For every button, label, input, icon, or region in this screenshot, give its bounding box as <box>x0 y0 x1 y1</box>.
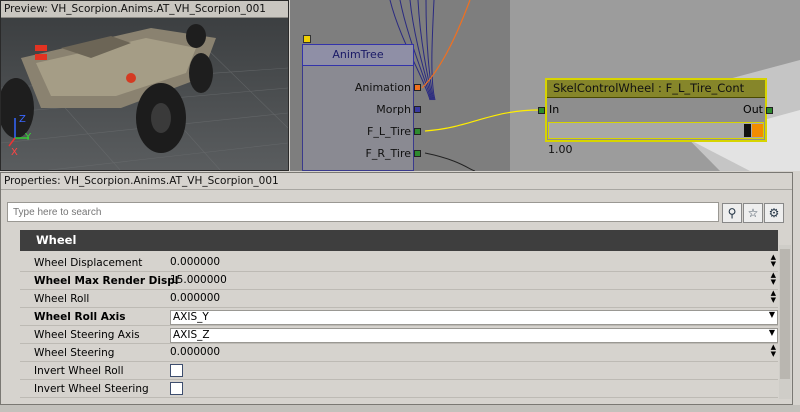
node-select-handle[interactable] <box>303 35 311 43</box>
pin-f-r-tire[interactable] <box>414 150 421 157</box>
skelcontrol-strength-value: 1.00 <box>548 143 573 156</box>
property-row[interactable]: Wheel Roll Axis AXIS_Y ▼ <box>20 308 778 326</box>
skelcontrol-strength-slider[interactable] <box>548 122 764 139</box>
axis-y-label: Y <box>25 132 32 143</box>
bottom-border <box>0 405 800 412</box>
scrollbar-thumb[interactable] <box>780 249 790 379</box>
properties-search-input[interactable] <box>7 202 719 222</box>
preview-viewport-panel[interactable]: Preview: VH_Scorpion.Anims.AT_VH_Scorpio… <box>0 0 289 171</box>
property-label: Invert Wheel Roll <box>34 365 124 377</box>
search-options-icon[interactable]: ⚙ <box>764 203 784 223</box>
pin-label-morph: Morph <box>376 103 411 116</box>
property-label: Invert Wheel Steering <box>34 383 149 395</box>
spin-arrows-icon[interactable]: ▲ ▼ <box>771 290 776 304</box>
property-row[interactable]: Wheel Steering 0.000000 ▲ ▼ <box>20 344 778 362</box>
property-label: Wheel Steering <box>34 347 115 359</box>
slider-handle[interactable] <box>752 124 763 137</box>
axis-z-label: Z <box>19 114 26 125</box>
property-label: Wheel Steering Axis <box>34 329 140 341</box>
property-row[interactable]: Wheel Displacement 0.000000 ▲ ▼ <box>20 254 778 272</box>
spin-arrows-icon[interactable]: ▲ ▼ <box>771 254 776 268</box>
skelcontrol-node[interactable]: SkelControlWheel : F_L_Tire_Cont In Out <box>545 78 767 142</box>
search-icon[interactable]: ⚲ <box>722 203 742 223</box>
pin-label-f-r-tire: F_R_Tire <box>365 147 411 160</box>
category-wheel[interactable]: Wheel <box>20 230 778 251</box>
property-dropdown[interactable]: AXIS_Y <box>170 310 778 325</box>
properties-title: Properties: VH_Scorpion.Anims.AT_VH_Scor… <box>1 173 792 190</box>
property-label: Wheel Roll Axis <box>34 311 126 323</box>
property-row[interactable]: Wheel Max Render Displ 15.000000 ▲ ▼ <box>20 272 778 290</box>
pin-label-f-l-tire: F_L_Tire <box>367 125 411 138</box>
skelcontrol-in-label: In <box>549 103 560 116</box>
preview-viewport[interactable]: Z Y X <box>1 18 288 170</box>
property-dropdown[interactable]: AXIS_Z <box>170 328 778 343</box>
property-label: Wheel Roll <box>34 293 90 305</box>
pin-animation[interactable] <box>414 84 421 91</box>
property-row[interactable]: Invert Wheel Steering <box>20 380 778 398</box>
chevron-down-icon[interactable]: ▼ <box>769 328 775 337</box>
preview-title: Preview: VH_Scorpion.Anims.AT_VH_Scorpio… <box>1 1 288 18</box>
property-value[interactable]: 15.000000 <box>170 274 778 289</box>
spin-arrows-icon[interactable]: ▲ ▼ <box>771 272 776 286</box>
skelcontrol-out-label: Out <box>743 103 763 116</box>
vehicle-render <box>1 24 288 170</box>
spin-arrows-icon[interactable]: ▲ ▼ <box>771 344 776 358</box>
skelcontrol-title: SkelControlWheel : F_L_Tire_Cont <box>547 80 765 98</box>
favorite-star-icon[interactable]: ☆ <box>743 203 763 223</box>
slider-marker <box>744 124 751 137</box>
pin-skel-out[interactable] <box>766 107 773 114</box>
pin-f-l-tire[interactable] <box>414 128 421 135</box>
property-row[interactable]: Wheel Roll 0.000000 ▲ ▼ <box>20 290 778 308</box>
property-value[interactable]: 0.000000 <box>170 256 778 271</box>
animtree-graph-canvas[interactable]: AnimTree Animation Morph F_L_Tire F_R_Ti… <box>290 0 800 171</box>
property-label: Wheel Max Render Displ <box>34 275 179 287</box>
chevron-down-icon[interactable]: ▼ <box>769 310 775 319</box>
property-row[interactable]: Wheel Steering Axis AXIS_Z ▼ <box>20 326 778 344</box>
properties-scrollbar[interactable] <box>779 245 791 399</box>
pin-skel-in[interactable] <box>538 107 545 114</box>
property-value[interactable]: 0.000000 <box>170 346 778 361</box>
property-row[interactable]: Invert Wheel Roll <box>20 362 778 380</box>
properties-panel: Properties: VH_Scorpion.Anims.AT_VH_Scor… <box>0 172 793 405</box>
pin-label-animation: Animation <box>354 81 411 94</box>
property-value[interactable]: 0.000000 <box>170 292 778 307</box>
property-label: Wheel Displacement <box>34 257 143 269</box>
axis-x-label: X <box>11 147 18 158</box>
invert-wheel-roll-checkbox[interactable] <box>170 364 183 377</box>
pin-morph[interactable] <box>414 106 421 113</box>
animtree-node-title[interactable]: AnimTree <box>302 44 414 66</box>
invert-wheel-steering-checkbox[interactable] <box>170 382 183 395</box>
